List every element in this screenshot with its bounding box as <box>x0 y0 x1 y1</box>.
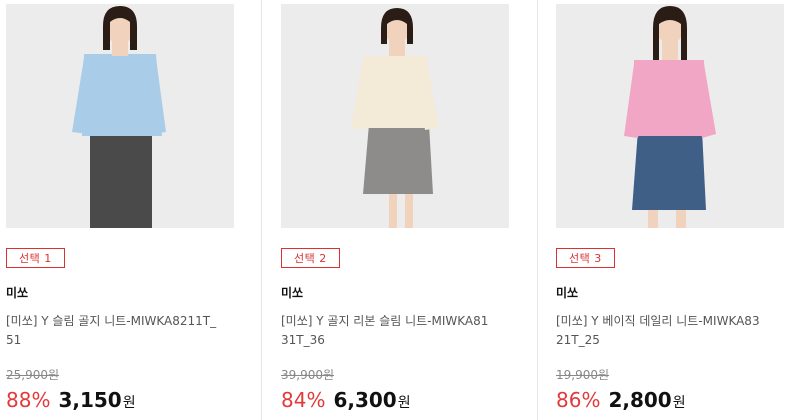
product-image[interactable] <box>281 4 509 228</box>
option-badge: 선택 2 <box>281 248 340 268</box>
price-row: 88% 3,150원 <box>6 388 136 412</box>
price-unit: 원 <box>672 395 686 411</box>
option-badge: 선택 3 <box>556 248 615 268</box>
product-title[interactable]: [미쏘] Y 베이직 데일리 니트-MIWKA83 21T_25 <box>556 312 782 350</box>
price-unit: 원 <box>122 395 136 411</box>
model-photo-icon <box>6 4 234 228</box>
product-image[interactable] <box>6 4 234 228</box>
original-price: 19,900원 <box>556 368 610 382</box>
product-card[interactable]: 선택 2 미쏘 [미쏘] Y 골지 리본 슬림 니트-MIWKA81 31T_3… <box>281 0 509 420</box>
column-divider <box>537 0 538 420</box>
brand-name[interactable]: 미쏘 <box>6 284 28 301</box>
brand-name[interactable]: 미쏘 <box>556 284 578 301</box>
option-badge: 선택 1 <box>6 248 65 268</box>
model-photo-icon <box>556 4 784 228</box>
product-title-line: [미쏘] Y 슬림 골지 니트-MIWKA8211T_ <box>6 314 217 328</box>
price-row: 86% 2,800원 <box>556 388 686 412</box>
product-card[interactable]: 선택 1 미쏘 [미쏘] Y 슬림 골지 니트-MIWKA8211T_ 51 2… <box>6 0 234 420</box>
original-price: 25,900원 <box>6 368 60 382</box>
product-title-line: 21T_25 <box>556 333 600 347</box>
product-title[interactable]: [미쏘] Y 슬림 골지 니트-MIWKA8211T_ 51 <box>6 312 232 350</box>
column-divider <box>261 0 262 420</box>
product-title-line: 31T_36 <box>281 333 325 347</box>
product-title-line: 51 <box>6 333 22 347</box>
product-title-line: [미쏘] Y 골지 리본 슬림 니트-MIWKA81 <box>281 314 489 328</box>
model-photo-icon <box>281 4 509 228</box>
sale-price: 3,150 <box>58 388 122 412</box>
price-unit: 원 <box>397 395 411 411</box>
product-grid: 선택 1 미쏘 [미쏘] Y 슬림 골지 니트-MIWKA8211T_ 51 2… <box>0 0 789 420</box>
product-title-line: [미쏘] Y 베이직 데일리 니트-MIWKA83 <box>556 314 760 328</box>
product-card[interactable]: 선택 3 미쏘 [미쏘] Y 베이직 데일리 니트-MIWKA83 21T_25… <box>556 0 784 420</box>
sale-price: 6,300 <box>333 388 397 412</box>
discount-rate: 86% <box>556 388 601 412</box>
product-title[interactable]: [미쏘] Y 골지 리본 슬림 니트-MIWKA81 31T_36 <box>281 312 507 350</box>
original-price: 39,900원 <box>281 368 335 382</box>
discount-rate: 88% <box>6 388 51 412</box>
brand-name[interactable]: 미쏘 <box>281 284 303 301</box>
price-row: 84% 6,300원 <box>281 388 411 412</box>
sale-price: 2,800 <box>608 388 672 412</box>
discount-rate: 84% <box>281 388 326 412</box>
product-image[interactable] <box>556 4 784 228</box>
